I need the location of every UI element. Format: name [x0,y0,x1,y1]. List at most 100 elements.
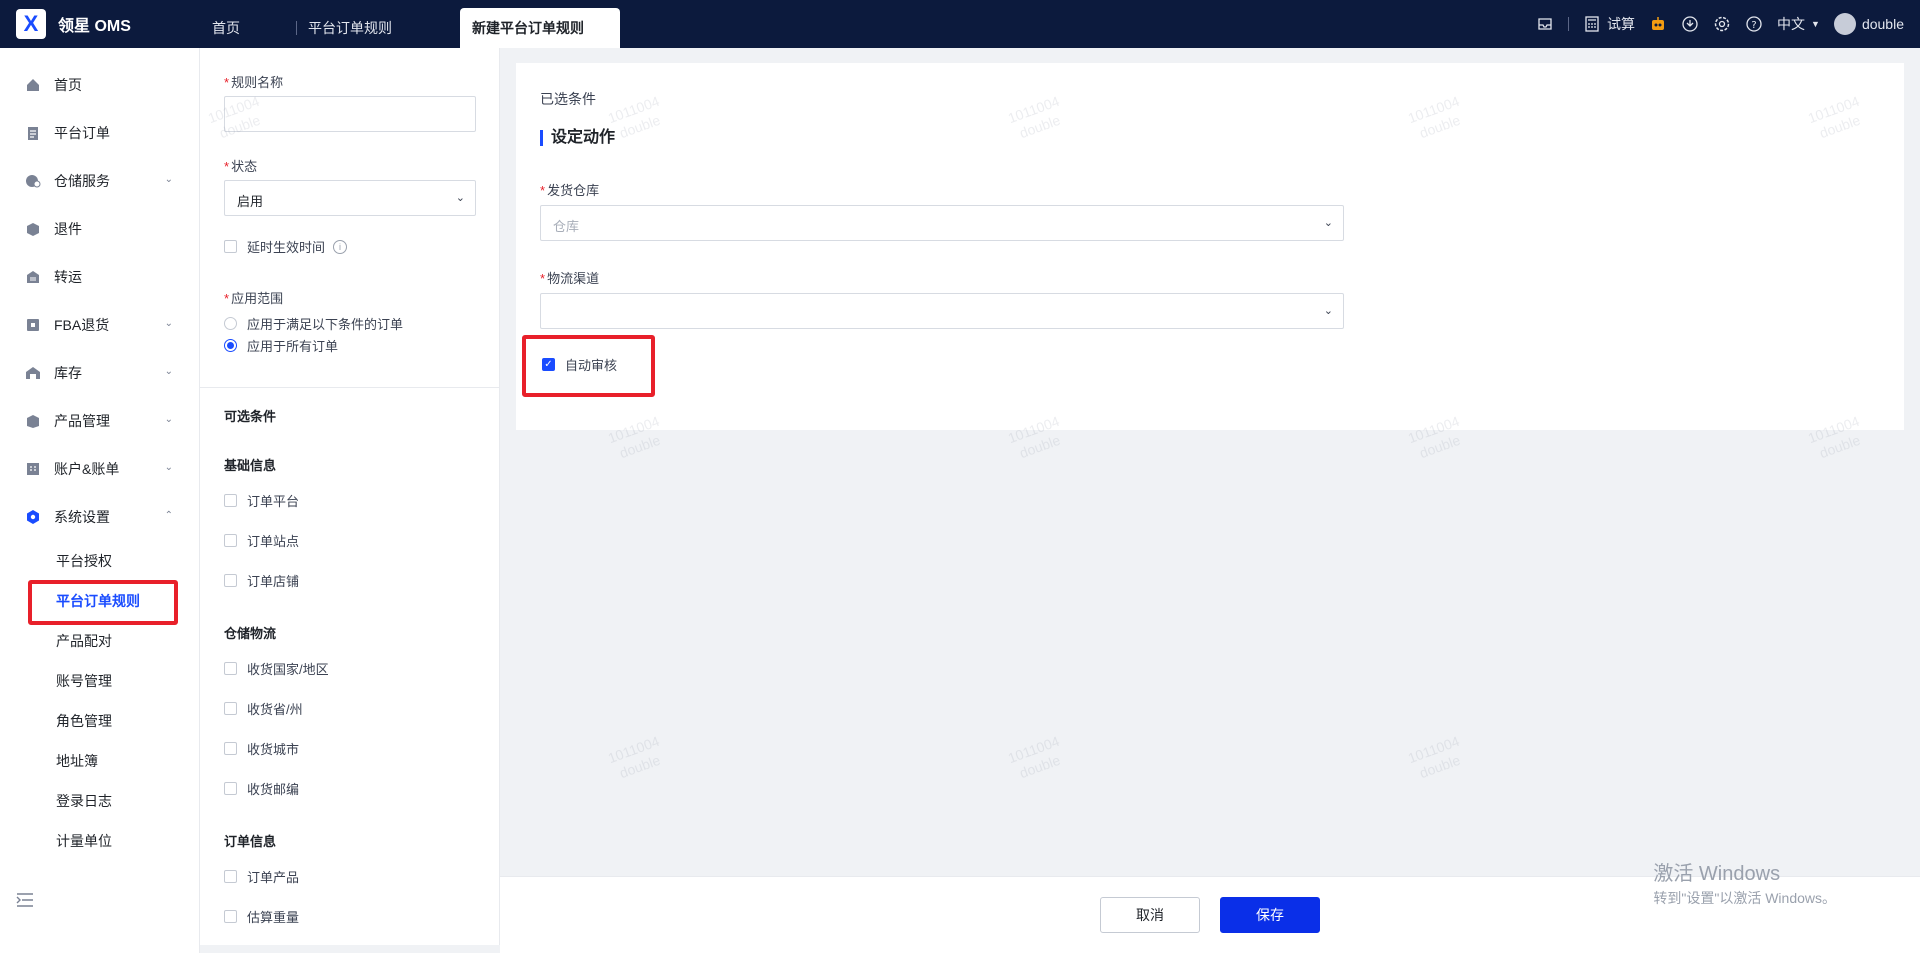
info-icon[interactable]: i [333,239,348,254]
channel-select[interactable]: ⌄ [540,293,1344,329]
watermark-user: double [617,751,663,782]
chevron-down-icon: ⌄ [164,462,173,473]
condition-checkbox[interactable] [224,662,237,675]
sidebar-subitem-account-management[interactable]: 账号管理 [0,661,199,701]
scope-option-conditional[interactable]: 应用于满足以下条件的订单 [224,314,403,333]
settings-icon [24,508,42,526]
status-label-text: 状态 [231,159,258,174]
tab-new-platform-order-rule[interactable]: 新建平台订单规则 [460,8,620,48]
delay-checkbox[interactable] [224,240,237,253]
svg-text:?: ? [1751,20,1756,31]
tab-platform-order-rules[interactable]: 平台订单规则 [296,8,460,48]
sidebar-subitem-address-book[interactable]: 地址簿 [0,741,199,781]
rule-name-label-text: 规则名称 [231,75,284,90]
fba-icon [24,316,42,334]
required-mark: * [224,75,230,90]
sidebar-item-label: 转运 [54,269,82,285]
sidebar-subitem-product-pairing[interactable]: 产品配对 [0,621,199,661]
highlight-box-auto-review [522,335,655,397]
scope-radio-conditional[interactable] [224,317,237,330]
condition-checkbox[interactable] [224,782,237,795]
sidebar-subitem-units[interactable]: 计量单位 [0,821,199,861]
download-icon[interactable] [1681,15,1699,33]
cancel-button[interactable]: 取消 [1100,897,1200,933]
sidebar-subitem-platform-auth[interactable]: 平台授权 [0,541,199,581]
user-menu[interactable]: double [1833,13,1904,35]
scope-radio-all[interactable] [224,339,237,352]
save-button[interactable]: 保存 [1220,897,1320,933]
robot-icon[interactable] [1649,15,1667,33]
rule-config-panel: * 规则名称 * 状态 启用 ⌄ 延时生效时间 i * 应用范围 应用于满足以下条件的… [200,48,500,953]
sidebar-subitem-login-log[interactable]: 登录日志 [0,781,199,821]
calc-button[interactable]: 试算 [1583,14,1635,34]
condition-checkbox[interactable] [224,494,237,507]
channel-label-text: 物流渠道 [547,271,600,286]
condition-checkbox[interactable] [224,870,237,883]
transfer-icon [24,268,42,286]
scope-option-label: 应用于所有订单 [247,339,339,354]
scope-label: * 应用范围 [224,288,283,307]
status-select[interactable]: 启用 ⌄ [224,180,476,216]
logistics-title: 仓储物流 [224,626,277,641]
condition-label: 订单站点 [247,534,300,549]
sidebar-item-inventory[interactable]: 库存 ⌄ [0,349,199,397]
sidebar-item-returns[interactable]: 退件 [0,205,199,253]
watermark-id: 1011004 [605,732,662,767]
language-select[interactable]: 中文 ▼ [1777,14,1820,34]
warehouse-select[interactable]: 仓库 ⌄ [540,205,1344,241]
watermark-user: double [1017,751,1063,782]
condition-checkbox[interactable] [224,910,237,923]
condition-order-store[interactable]: 订单店铺 [224,571,299,590]
sidebar-item-fba-returns[interactable]: FBA退货 ⌄ [0,301,199,349]
condition-ship-city[interactable]: 收货城市 [224,739,299,758]
sidebar-item-warehouse-service[interactable]: 仓储服务 ⌄ [0,157,199,205]
action-section-title: 设定动作 [540,130,615,146]
sidebar-item-label: 库存 [54,365,82,381]
sidebar-item-system-settings[interactable]: 系统设置 ⌃ [0,493,199,541]
condition-order-platform[interactable]: 订单平台 [224,491,299,510]
tab-home[interactable]: 首页 [200,8,296,48]
inbox-icon[interactable] [1536,15,1554,33]
condition-ship-zip[interactable]: 收货邮编 [224,779,299,798]
horizontal-scrollbar[interactable] [200,945,500,953]
sidebar-subitem-role-management[interactable]: 角色管理 [0,701,199,741]
condition-label: 收货国家/地区 [247,662,329,677]
condition-checkbox[interactable] [224,742,237,755]
rule-name-input[interactable] [224,96,476,132]
condition-order-product[interactable]: 订单产品 [224,867,299,886]
warehouse-label-text: 发货仓库 [547,183,600,198]
gear-icon[interactable] [1713,15,1731,33]
condition-checkbox[interactable] [224,574,237,587]
chevron-down-icon: ⌄ [164,366,173,377]
required-mark: * [224,291,230,306]
language-label: 中文 [1777,16,1806,32]
condition-checkbox[interactable] [224,534,237,547]
order-info-title: 订单信息 [224,834,277,849]
help-icon[interactable]: ? [1745,15,1763,33]
selected-conditions-label: 已选条件 [540,91,596,107]
condition-est-weight[interactable]: 估算重量 [224,907,299,926]
condition-ship-country[interactable]: 收货国家/地区 [224,659,329,678]
calc-label: 试算 [1607,16,1636,32]
menu-collapse-icon[interactable] [16,892,34,913]
home-icon [24,76,42,94]
watermark-id: 1011004 [1005,732,1062,767]
rule-name-label: * 规则名称 [224,72,283,91]
condition-checkbox[interactable] [224,702,237,715]
sidebar-item-account-billing[interactable]: 账户&账单 ⌄ [0,445,199,493]
scope-option-all[interactable]: 应用于所有订单 [224,336,338,355]
app-logo[interactable]: X 领星 OMS [0,9,200,39]
sidebar-item-home[interactable]: 首页 [0,61,199,109]
condition-ship-state[interactable]: 收货省/州 [224,699,303,718]
sidebar-item-transfer[interactable]: 转运 [0,253,199,301]
sidebar-item-product-management[interactable]: 产品管理 ⌄ [0,397,199,445]
watermark-user: double [1817,431,1863,462]
sidebar-item-platform-orders[interactable]: 平台订单 [0,109,199,157]
condition-label: 订单店铺 [247,574,300,589]
chevron-up-icon: ⌃ [164,510,173,521]
required-mark: * [224,159,230,174]
condition-order-site[interactable]: 订单站点 [224,531,299,550]
windows-activation-hint: 转到"设置"以激活 Windows。 [1653,890,1836,906]
delay-checkbox-row[interactable]: 延时生效时间 i [224,237,348,256]
clipboard-icon [24,124,42,142]
